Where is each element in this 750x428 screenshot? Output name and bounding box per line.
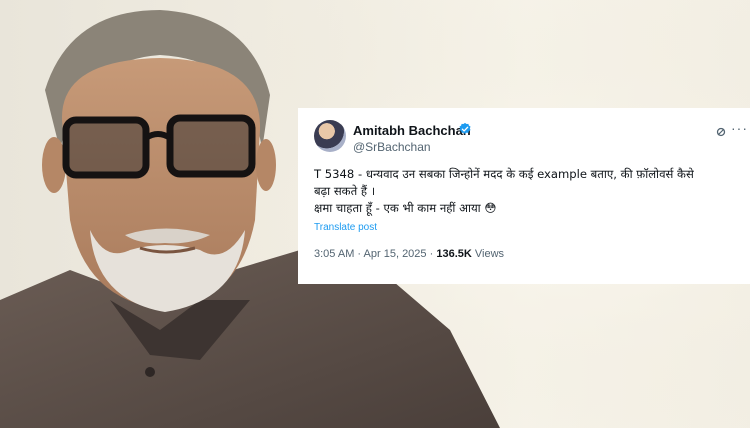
translate-post-link[interactable]: Translate post	[314, 222, 377, 233]
meta-separator: ·	[429, 248, 434, 260]
verified-badge-icon	[458, 122, 472, 136]
tweet-date[interactable]: Apr 15, 2025	[364, 248, 427, 260]
tweet-line-1: T 5348 - धन्यवाद उन सबका जिन्होनें मदद क…	[314, 167, 694, 181]
meta-separator: ·	[357, 248, 362, 260]
views-label: Views	[474, 248, 505, 260]
tweet-line-3: क्षमा चाहता हूँ - एक भी काम नहीं आया 😳	[314, 201, 497, 215]
author-handle[interactable]: @SrBachchan	[353, 140, 431, 154]
tweet-text: T 5348 - धन्यवाद उन सबका जिन्होनें मदद क…	[314, 166, 744, 217]
tweet-line-2: बढ़ा सकते हैं ।	[314, 184, 376, 198]
tweet-card: Amitabh Bachchan @SrBachchan ··· T 5348 …	[298, 108, 750, 284]
author-name[interactable]: Amitabh Bachchan	[353, 123, 471, 138]
views-count: 136.5K	[436, 248, 472, 260]
tweet-meta: 3:05 AM · Apr 15, 2025 · 136.5K Views	[314, 248, 504, 260]
more-icon[interactable]: ···	[731, 120, 748, 136]
tweet-time[interactable]: 3:05 AM	[314, 248, 354, 260]
avatar[interactable]	[314, 120, 346, 152]
grok-icon[interactable]	[716, 124, 726, 137]
